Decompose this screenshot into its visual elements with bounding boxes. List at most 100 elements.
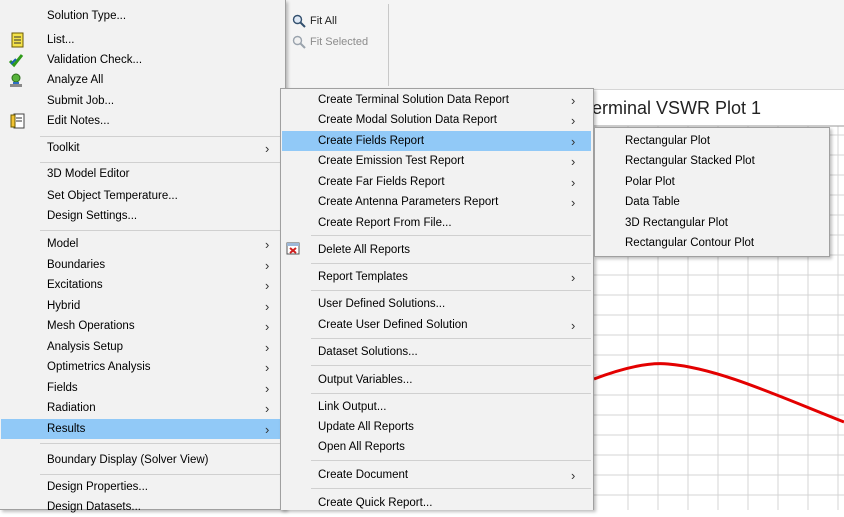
menu-item-design-datasets[interactable]: Design Datasets...: [0, 497, 285, 517]
menu-item-solution-type[interactable]: Solution Type...: [0, 6, 285, 26]
menu-item-label: Toolkit: [47, 142, 80, 154]
menu-item-label: Create Quick Report...: [318, 497, 433, 509]
submenu-arrow-icon: ›: [571, 112, 576, 128]
menu-item-mesh-operations[interactable]: Mesh Operations ›: [0, 316, 285, 336]
submenu-arrow-icon: ›: [571, 174, 576, 190]
menu-item-label: Validation Check...: [47, 54, 143, 66]
menu-item-create-quick-report[interactable]: Create Quick Report...: [281, 493, 593, 513]
menu-item-label: Analyze All: [47, 74, 104, 86]
menu-item-label: Results: [47, 423, 86, 435]
menu-item-label: Create Emission Test Report: [318, 155, 465, 167]
submenu-arrow-icon: ›: [265, 277, 270, 293]
menu-item-update-all-reports[interactable]: Update All Reports: [281, 417, 593, 437]
zoom-icon: [292, 14, 306, 28]
menu-item-create-fields-report[interactable]: Create Fields Report ›: [282, 131, 591, 151]
menu-item-radiation[interactable]: Radiation ›: [0, 398, 285, 418]
menu-separator: [311, 365, 591, 366]
fit-all-button[interactable]: Fit All: [292, 12, 337, 30]
menu-item-label: Hybrid: [47, 300, 81, 312]
menu-item-submit-job[interactable]: Submit Job...: [0, 91, 285, 111]
menu-item-data-table[interactable]: Data Table: [595, 192, 829, 212]
submenu-arrow-icon: ›: [571, 317, 576, 333]
submenu-arrow-icon: ›: [265, 400, 270, 416]
menu-item-create-document[interactable]: Create Document ›: [281, 465, 593, 485]
menu-item-report-templates[interactable]: Report Templates ›: [281, 267, 593, 287]
menu-separator: [311, 235, 591, 236]
menu-item-create-emission-test-report[interactable]: Create Emission Test Report ›: [281, 151, 593, 171]
plot-title: erminal VSWR Plot 1: [592, 98, 762, 118]
menu-item-delete-all-reports[interactable]: Delete All Reports: [281, 240, 593, 260]
menu-item-rectangular-plot[interactable]: Rectangular Plot: [595, 131, 829, 151]
menu-item-open-all-reports[interactable]: Open All Reports: [281, 437, 593, 457]
menu-item-edit-notes[interactable]: Edit Notes...: [0, 111, 285, 131]
submenu-arrow-icon: ›: [265, 421, 270, 437]
menu-item-design-settings[interactable]: Design Settings...: [0, 206, 285, 226]
menu-item-create-terminal-solution-report[interactable]: Create Terminal Solution Data Report ›: [281, 90, 593, 110]
menu-item-create-report-from-file[interactable]: Create Report From File...: [281, 213, 593, 233]
menu-item-label: Model: [47, 238, 79, 250]
menu-item-set-object-temperature[interactable]: Set Object Temperature...: [0, 186, 285, 206]
results-submenu: Create Terminal Solution Data Report › Cr…: [280, 88, 594, 510]
menu-item-model[interactable]: Model ›: [0, 234, 285, 254]
menu-separator: [311, 263, 591, 264]
menu-item-create-modal-solution-report[interactable]: Create Modal Solution Data Report ›: [281, 110, 593, 130]
menu-item-boundary-display[interactable]: Boundary Display (Solver View): [0, 450, 285, 470]
menu-item-results[interactable]: Results ›: [1, 419, 282, 439]
submenu-arrow-icon: ›: [571, 92, 576, 108]
menu-item-link-output[interactable]: Link Output...: [281, 397, 593, 417]
menu-item-label: Design Settings...: [47, 210, 138, 222]
menu-item-label: Edit Notes...: [47, 115, 110, 127]
menu-item-label: Boundary Display (Solver View): [47, 454, 209, 466]
menu-item-label: Report Templates: [318, 271, 408, 283]
submenu-arrow-icon: ›: [265, 236, 270, 252]
menu-item-user-defined-solutions[interactable]: User Defined Solutions...: [281, 294, 593, 314]
menu-separator: [40, 474, 283, 475]
menu-item-create-far-fields-report[interactable]: Create Far Fields Report ›: [281, 172, 593, 192]
menu-item-label: Create User Defined Solution: [318, 319, 468, 331]
fit-all-label: Fit All: [310, 15, 337, 27]
menu-item-fields[interactable]: Fields ›: [0, 378, 285, 398]
menu-item-rectangular-contour-plot[interactable]: Rectangular Contour Plot: [595, 233, 829, 253]
menu-separator: [311, 338, 591, 339]
menu-item-list[interactable]: List...: [0, 30, 285, 50]
submenu-arrow-icon: ›: [571, 153, 576, 169]
menu-item-dataset-solutions[interactable]: Dataset Solutions...: [281, 342, 593, 362]
menu-item-analysis-setup[interactable]: Analysis Setup ›: [0, 337, 285, 357]
menu-item-label: Solution Type...: [47, 10, 127, 22]
menu-item-label: Mesh Operations: [47, 320, 135, 332]
menu-item-create-antenna-parameters-report[interactable]: Create Antenna Parameters Report ›: [281, 192, 593, 212]
menu-item-label: Data Table: [625, 196, 680, 208]
menu-separator: [40, 443, 283, 444]
menu-item-label: Delete All Reports: [318, 244, 411, 256]
fit-selected-label: Fit Selected: [310, 36, 369, 48]
menu-item-label: Create Terminal Solution Data Report: [318, 94, 509, 106]
menu-item-label: Rectangular Contour Plot: [625, 237, 755, 249]
menu-item-validation-check[interactable]: Validation Check...: [0, 50, 285, 70]
menu-item-label: Boundaries: [47, 259, 106, 271]
menu-item-analyze-all[interactable]: Analyze All: [0, 70, 285, 90]
menu-item-label: Open All Reports: [318, 441, 405, 453]
submenu-arrow-icon: ›: [571, 194, 576, 210]
menu-item-label: Optimetrics Analysis: [47, 361, 151, 373]
menu-item-boundaries[interactable]: Boundaries ›: [0, 255, 285, 275]
menu-item-toolkit[interactable]: Toolkit ›: [0, 138, 285, 158]
submenu-arrow-icon: ›: [265, 339, 270, 355]
menu-item-label: Design Datasets...: [47, 501, 141, 513]
menu-item-create-user-defined-solution[interactable]: Create User Defined Solution ›: [281, 315, 593, 335]
menu-item-polar-plot[interactable]: Polar Plot: [595, 172, 829, 192]
menu-item-3d-rectangular-plot[interactable]: 3D Rectangular Plot: [595, 213, 829, 233]
menu-item-output-variables[interactable]: Output Variables...: [281, 370, 593, 390]
fit-selected-button[interactable]: Fit Selected: [292, 33, 368, 51]
submenu-arrow-icon: ›: [571, 467, 576, 483]
menu-item-label: Create Antenna Parameters Report: [318, 196, 499, 208]
menu-item-label: Output Variables...: [318, 374, 413, 386]
menu-separator: [311, 460, 591, 461]
menu-item-excitations[interactable]: Excitations ›: [0, 275, 285, 295]
menu-item-design-properties[interactable]: Design Properties...: [0, 477, 285, 497]
menu-item-optimetrics-analysis[interactable]: Optimetrics Analysis ›: [0, 357, 285, 377]
menu-item-3d-model-editor[interactable]: 3D Model Editor: [0, 164, 285, 184]
fields-report-submenu: Rectangular Plot Rectangular Stacked Plo…: [594, 127, 830, 257]
menu-item-label: Fields: [47, 382, 78, 394]
menu-item-rectangular-stacked-plot[interactable]: Rectangular Stacked Plot: [595, 151, 829, 171]
menu-item-hybrid[interactable]: Hybrid ›: [0, 296, 285, 316]
